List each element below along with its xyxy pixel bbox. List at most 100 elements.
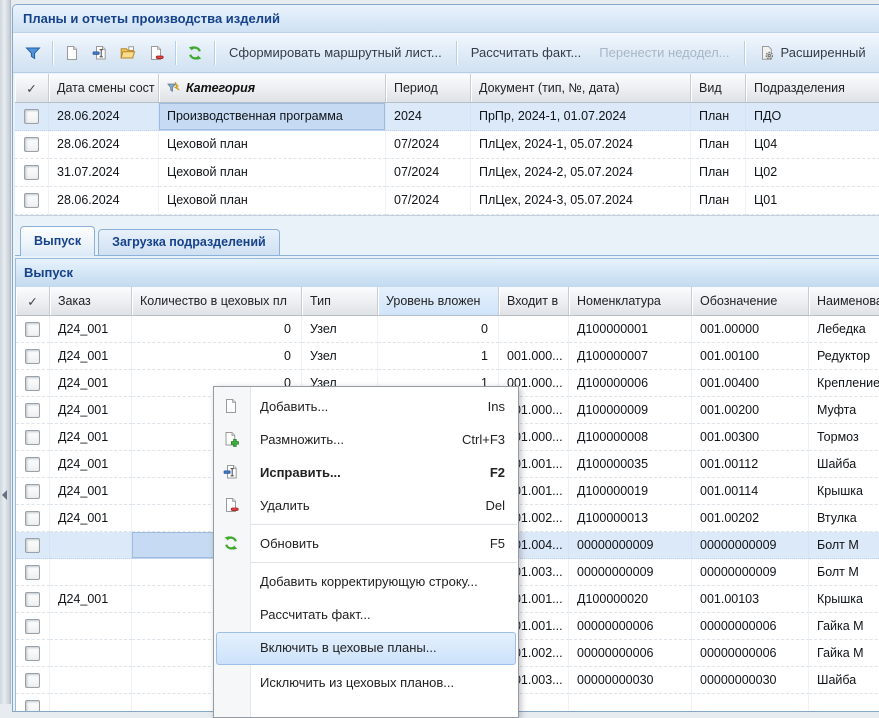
table-row[interactable]: Д24_0010Узел0Д100000001001.00000Лебедка (16, 316, 879, 343)
cell-oboz: 001.00100 (692, 343, 809, 370)
checkbox[interactable] (25, 646, 40, 661)
menu-delete-shortcut: Del (485, 489, 505, 522)
column-header-nomen[interactable]: Номенклатура (569, 287, 692, 315)
cell-vhodit: 001.000... (499, 343, 569, 370)
cell-category: Цеховой план (159, 131, 386, 159)
cell-naim: Крепление (809, 370, 879, 397)
checkbox[interactable] (25, 592, 40, 607)
checkbox[interactable] (25, 349, 40, 364)
column-header-doc[interactable]: Документ (тип, №, дата) (471, 74, 691, 102)
column-header-period[interactable]: Период (386, 74, 471, 102)
row-checkbox-cell[interactable] (16, 667, 50, 694)
table-row[interactable]: 28.06.2024Производственная программа2024… (15, 103, 879, 131)
checkbox[interactable] (25, 511, 40, 526)
checkbox[interactable] (24, 193, 39, 208)
cell-date: 31.07.2024 (49, 159, 159, 187)
column-header-date[interactable]: Дата смены сост (49, 74, 159, 102)
edit-button[interactable] (86, 39, 114, 67)
menu-duplicate[interactable]: Размножить...Ctrl+F3 (214, 423, 518, 456)
menu-edit[interactable]: Исправить...F2 (214, 456, 518, 489)
table-row[interactable]: 31.07.2024Цеховой план07/2024ПлЦех, 2024… (15, 159, 879, 187)
column-header-cb[interactable]: ✓ (15, 74, 49, 102)
column-header-category[interactable]: Категория (159, 74, 386, 102)
open-folder-icon (120, 45, 136, 61)
table-row[interactable]: Д24_0010Узел1001.000...Д100000007001.001… (16, 343, 879, 370)
row-checkbox-cell[interactable] (16, 613, 50, 640)
cell-doc: ПлЦех, 2024-2, 05.07.2024 (471, 159, 691, 187)
table-row[interactable]: 28.06.2024Цеховой план07/2024ПлЦех, 2024… (15, 131, 879, 159)
edit-doc-icon (223, 464, 239, 480)
row-checkbox-cell[interactable] (15, 131, 49, 159)
column-header-vid[interactable]: Вид (691, 74, 746, 102)
row-checkbox-cell[interactable] (16, 316, 50, 343)
refresh-button[interactable] (181, 39, 209, 67)
row-checkbox-cell[interactable] (16, 397, 50, 424)
column-header-naim[interactable]: Наименование (809, 287, 879, 315)
checkbox[interactable] (25, 673, 40, 688)
checkbox[interactable] (25, 538, 40, 553)
row-checkbox-cell[interactable] (16, 424, 50, 451)
checkbox[interactable] (24, 137, 39, 152)
delete-button[interactable] (142, 39, 170, 67)
column-header-tip[interactable]: Тип (302, 287, 378, 315)
row-checkbox-cell[interactable] (15, 187, 49, 215)
checkbox[interactable] (25, 619, 40, 634)
cell-doc: ПлЦех, 2024-1, 05.07.2024 (471, 131, 691, 159)
menu-add[interactable]: Добавить...Ins (214, 390, 518, 423)
cell-level: 0 (378, 316, 499, 343)
cell-oboz: 00000000006 (692, 640, 809, 667)
menu-include-in-shop-plans[interactable]: Включить в цеховые планы... (216, 632, 516, 665)
carry-over-button[interactable]: Перенести недодел... (590, 45, 738, 60)
tab-vypusk[interactable]: Выпуск (20, 226, 95, 256)
menu-refresh[interactable]: ОбновитьF5 (214, 527, 518, 560)
extended-button[interactable]: Расширенный (750, 45, 875, 61)
calc-fact-button[interactable]: Рассчитать факт... (462, 45, 591, 60)
column-header-cb[interactable]: ✓ (16, 287, 50, 315)
row-checkbox-cell[interactable] (16, 505, 50, 532)
checkbox[interactable] (25, 322, 40, 337)
menu-delete[interactable]: УдалитьDel (214, 489, 518, 522)
checkbox[interactable] (25, 700, 40, 713)
checkbox[interactable] (24, 109, 39, 124)
row-checkbox-cell[interactable] (15, 159, 49, 187)
cell-oboz: 001.00300 (692, 424, 809, 451)
checkbox[interactable] (25, 376, 40, 391)
column-header-depts[interactable]: Подразделения (746, 74, 879, 102)
checkbox[interactable] (24, 165, 39, 180)
row-checkbox-cell[interactable] (16, 370, 50, 397)
form-route-sheet-button[interactable]: Сформировать маршрутный лист... (220, 45, 451, 60)
tab-zagruzka-podrazdelenij[interactable]: Загрузка подразделений (98, 229, 280, 255)
cell-nomen (569, 694, 692, 712)
column-header-level[interactable]: Уровень вложен (378, 287, 499, 315)
menu-calc-fact[interactable]: Рассчитать факт... (214, 598, 518, 631)
cell-date: 28.06.2024 (49, 187, 159, 215)
context-menu: Добавить...InsРазмножить...Ctrl+F3Исправ… (213, 386, 519, 718)
menu-add-correcting-row[interactable]: Добавить корректирующую строку... (214, 565, 518, 598)
row-checkbox-cell[interactable] (16, 478, 50, 505)
column-header-vhodit[interactable]: Входит в (499, 287, 569, 315)
column-header-oboz[interactable]: Обозначение (692, 287, 809, 315)
table-row[interactable]: 28.06.2024Цеховой план07/2024ПлЦех, 2024… (15, 187, 879, 215)
column-header-zakaz[interactable]: Заказ (50, 287, 132, 315)
checkbox[interactable] (25, 430, 40, 445)
menu-exclude-from-shop-plans[interactable]: Исключить из цеховых планов... (214, 666, 518, 699)
row-checkbox-cell[interactable] (16, 343, 50, 370)
row-checkbox-cell[interactable] (16, 694, 50, 712)
checkbox[interactable] (25, 403, 40, 418)
filter-button[interactable] (19, 39, 47, 67)
add-button[interactable] (58, 39, 86, 67)
row-checkbox-cell[interactable] (15, 103, 49, 131)
cell-oboz: 001.00000 (692, 316, 809, 343)
checkbox[interactable] (25, 484, 40, 499)
row-checkbox-cell[interactable] (16, 451, 50, 478)
row-checkbox-cell[interactable] (16, 532, 50, 559)
row-checkbox-cell[interactable] (16, 586, 50, 613)
open-button[interactable] (114, 39, 142, 67)
checkbox[interactable] (25, 457, 40, 472)
column-header-qty[interactable]: Количество в цеховых пл (132, 287, 302, 315)
row-checkbox-cell[interactable] (16, 559, 50, 586)
checkbox[interactable] (25, 565, 40, 580)
row-checkbox-cell[interactable] (16, 640, 50, 667)
side-panel-splitter[interactable] (0, 0, 11, 704)
collapse-left-icon[interactable] (2, 490, 7, 500)
